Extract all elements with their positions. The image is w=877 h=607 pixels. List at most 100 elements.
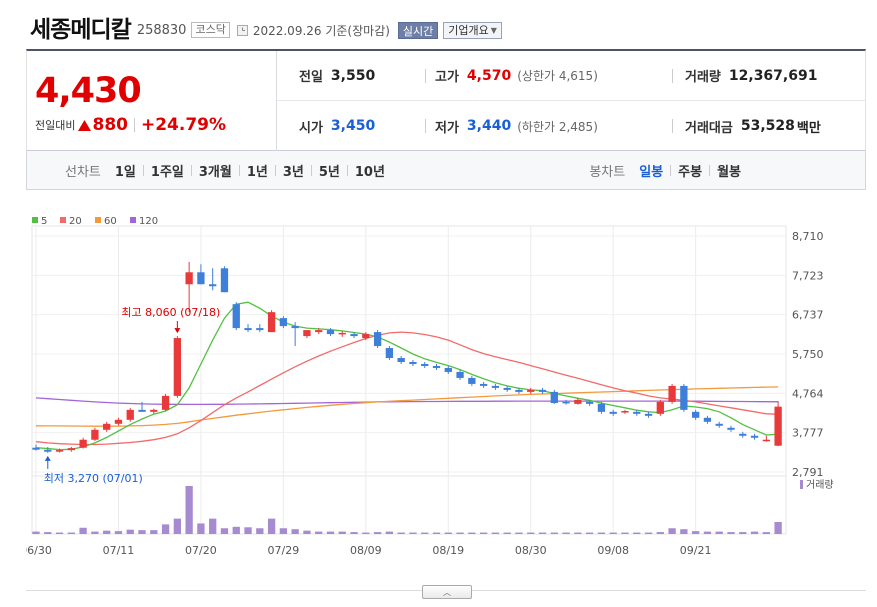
volume-bar	[197, 523, 205, 534]
candle-body	[126, 409, 134, 420]
candle-body	[279, 318, 288, 327]
line-period-tab-3[interactable]: 1년	[247, 161, 268, 180]
divider	[274, 164, 276, 176]
candle-body	[609, 411, 617, 414]
quote-grid: 전일 3,550 고가 4,570 (상한가 4,615) 거래량 12,367…	[277, 51, 865, 151]
volume-bar	[397, 532, 405, 534]
candle-body	[373, 332, 382, 347]
line-period-tab-6[interactable]: 10년	[355, 161, 385, 180]
volume-bar	[468, 532, 476, 534]
volume-bar	[421, 532, 429, 534]
candle-body	[232, 304, 240, 329]
volume-bar	[138, 530, 146, 534]
ma5-line	[35, 301, 779, 451]
ma20-line	[35, 331, 779, 446]
volume-bar	[633, 532, 641, 534]
candle-body	[444, 367, 452, 372]
chart-scroll-handle[interactable]: ︿	[422, 585, 472, 599]
candle-period-tab-1[interactable]: 주봉	[678, 161, 702, 180]
y-tick-label: 5,750	[792, 348, 824, 361]
x-tick-label: 07/11	[103, 544, 135, 557]
legend-label: 60	[104, 216, 117, 227]
divider	[346, 164, 348, 176]
candle-body	[515, 389, 523, 392]
stock-code: 258830	[136, 22, 187, 38]
volume-bar	[538, 532, 547, 534]
line-chart-label: 선차트	[65, 164, 101, 180]
volume-bar	[527, 532, 535, 534]
divider	[310, 164, 312, 176]
volume-bar	[727, 532, 735, 534]
x-tick-label: 09/21	[680, 544, 712, 557]
volume-bar	[762, 532, 770, 534]
candle-period-group: 일봉 주봉 월봉	[639, 161, 741, 180]
legend-swatch	[32, 217, 38, 223]
candle-body	[244, 328, 252, 331]
volume-bar	[692, 531, 700, 534]
company-info-button[interactable]: 기업개요 ▼	[443, 21, 502, 39]
candle-body	[762, 439, 770, 442]
market-badge: 코스닥	[191, 22, 230, 38]
volume-bar	[67, 532, 75, 534]
change-percent: +24.79%	[140, 115, 227, 135]
y-tick-label: 7,723	[792, 269, 824, 282]
candle-body	[67, 448, 75, 451]
caret-down-icon: ▼	[490, 25, 497, 35]
candle-period-tab-0[interactable]: 일봉	[639, 161, 663, 180]
low-cell: 저가 3,440 (하한가 2,485)	[435, 101, 598, 151]
volume-bar	[244, 527, 252, 534]
stock-name: 세종메디칼	[30, 17, 132, 43]
open-value: 3,450	[330, 118, 376, 134]
candle-body	[315, 330, 323, 333]
line-period-tab-5[interactable]: 5년	[319, 161, 340, 180]
line-period-tab-2[interactable]: 3개월	[199, 161, 232, 180]
divider	[425, 119, 426, 133]
volume-bar	[444, 532, 452, 534]
volume-bar	[409, 532, 417, 534]
candle-body	[256, 328, 264, 331]
volume-bar	[350, 532, 358, 534]
divider	[190, 164, 192, 176]
lower-limit: (하한가 2,485)	[517, 119, 598, 134]
candle-body	[220, 268, 229, 293]
candle-body	[597, 403, 606, 412]
line-period-tab-0[interactable]: 1일	[115, 161, 136, 180]
change-amount: 880	[92, 115, 128, 135]
candle-body	[585, 401, 594, 404]
volume-bar	[385, 531, 394, 534]
volume-label: 거래량	[685, 70, 721, 85]
quote-row: 전일 3,550 고가 4,570 (상한가 4,615) 거래량 12,367…	[277, 51, 865, 101]
candle-body	[479, 383, 488, 386]
candle-body	[621, 411, 629, 413]
low-value: 3,440	[466, 118, 512, 134]
candle-body	[574, 399, 582, 404]
volume-bar	[44, 532, 52, 534]
volume-bar	[79, 527, 87, 534]
candle-body	[161, 395, 170, 410]
line-period-tab-4[interactable]: 3년	[283, 161, 304, 180]
candle-body	[750, 435, 759, 438]
line-period-tab-1[interactable]: 1주일	[151, 161, 184, 180]
y-tick-label: 8,710	[792, 230, 824, 243]
prev-value: 3,550	[330, 67, 376, 84]
candle-body	[44, 449, 52, 452]
volume-bar	[185, 486, 193, 534]
candle-body	[103, 423, 111, 430]
candle-body	[644, 413, 653, 416]
candle-body	[385, 348, 394, 359]
volume-bar	[173, 518, 182, 534]
x-tick-label: 07/29	[268, 544, 300, 557]
candle-body	[138, 409, 146, 412]
realtime-button[interactable]: 실시간	[397, 21, 439, 39]
candle-body	[173, 338, 182, 396]
change-label: 전일대비	[35, 119, 76, 132]
volume-bar	[739, 532, 747, 534]
volume-bar	[55, 532, 64, 534]
candle-body	[550, 391, 558, 404]
x-tick-label: 08/09	[350, 544, 382, 557]
divider	[238, 164, 240, 176]
candle-body	[692, 411, 700, 418]
candle-body	[668, 385, 676, 402]
prev-label: 전일	[299, 70, 323, 85]
candle-period-tab-2[interactable]: 월봉	[717, 161, 741, 180]
